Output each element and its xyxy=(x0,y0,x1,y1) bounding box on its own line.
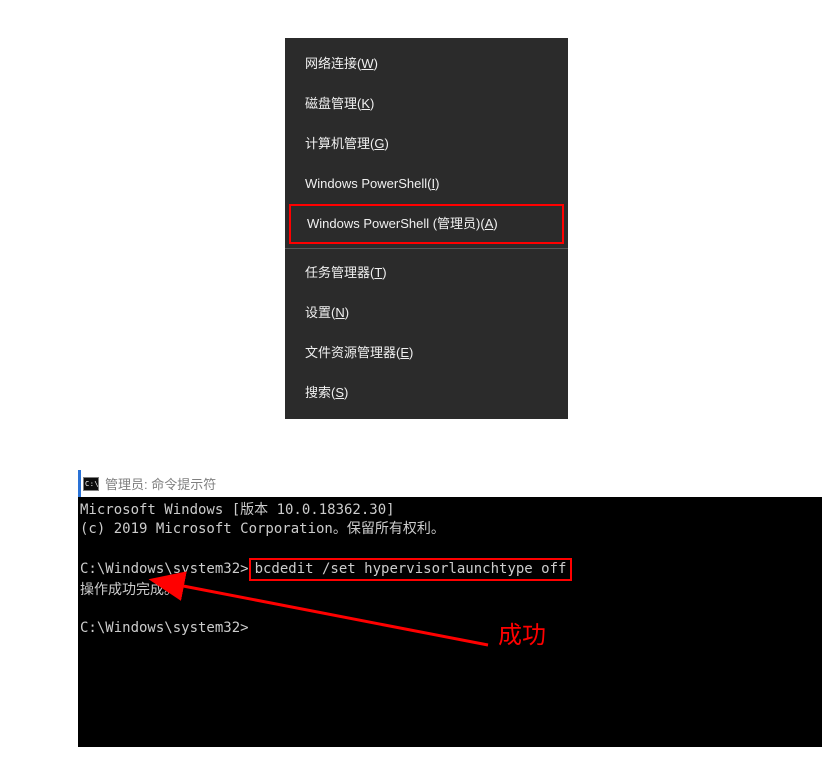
console-window: C:\. 管理员: 命令提示符 Microsoft Windows [版本 10… xyxy=(78,470,822,747)
menu-suffix: ) xyxy=(435,176,439,191)
menu-hotkey: K xyxy=(361,96,370,111)
menu-label: 磁盘管理( xyxy=(305,96,361,111)
menu-label: 设置( xyxy=(305,305,335,320)
menu-item-powershell[interactable]: Windows PowerShell(I) xyxy=(285,164,568,204)
menu-suffix: ) xyxy=(345,305,349,320)
menu-suffix: ) xyxy=(384,136,388,151)
console-titlebar[interactable]: C:\. 管理员: 命令提示符 xyxy=(78,470,822,497)
console-prompt-2: C:\Windows\system32> xyxy=(80,620,249,636)
menu-label: Windows PowerShell( xyxy=(305,176,431,191)
console-output[interactable]: Microsoft Windows [版本 10.0.18362.30] (c)… xyxy=(78,497,822,747)
menu-suffix: ) xyxy=(374,56,378,71)
menu-label: 任务管理器( xyxy=(305,265,374,280)
console-result: 操作成功完成。 xyxy=(80,582,178,598)
menu-label: 计算机管理( xyxy=(305,136,374,151)
menu-divider xyxy=(285,248,568,249)
menu-item-powershell-admin[interactable]: Windows PowerShell (管理员)(A) xyxy=(289,204,564,244)
annotation-success: 成功 xyxy=(498,627,546,646)
menu-suffix: ) xyxy=(344,385,348,400)
menu-label: 搜索( xyxy=(305,385,335,400)
menu-item-task-manager[interactable]: 任务管理器(T) xyxy=(285,253,568,293)
console-line-version: Microsoft Windows [版本 10.0.18362.30] xyxy=(80,502,395,518)
menu-label: Windows PowerShell (管理员)( xyxy=(307,216,485,231)
menu-hotkey: S xyxy=(335,385,344,400)
menu-item-computer-mgmt[interactable]: 计算机管理(G) xyxy=(285,124,568,164)
menu-suffix: ) xyxy=(382,265,386,280)
winx-context-menu: 网络连接(W) 磁盘管理(K) 计算机管理(G) Windows PowerSh… xyxy=(285,38,568,419)
menu-item-search[interactable]: 搜索(S) xyxy=(285,373,568,413)
menu-suffix: ) xyxy=(493,216,497,231)
menu-suffix: ) xyxy=(370,96,374,111)
cmd-icon: C:\. xyxy=(83,477,99,491)
console-command-highlight: bcdedit /set hypervisorlaunchtype off xyxy=(249,558,573,581)
menu-label: 网络连接( xyxy=(305,56,361,71)
menu-item-settings[interactable]: 设置(N) xyxy=(285,293,568,333)
menu-label: 文件资源管理器( xyxy=(305,345,400,360)
menu-item-explorer[interactable]: 文件资源管理器(E) xyxy=(285,333,568,373)
menu-hotkey: W xyxy=(361,56,373,71)
menu-suffix: ) xyxy=(409,345,413,360)
console-prompt: C:\Windows\system32> xyxy=(80,561,249,577)
menu-hotkey: E xyxy=(400,345,409,360)
menu-item-network[interactable]: 网络连接(W) xyxy=(285,44,568,84)
menu-hotkey: N xyxy=(335,305,344,320)
menu-hotkey: G xyxy=(374,136,384,151)
console-line-copyright: (c) 2019 Microsoft Corporation。保留所有权利。 xyxy=(80,521,445,537)
menu-item-disk-mgmt[interactable]: 磁盘管理(K) xyxy=(285,84,568,124)
console-title: 管理员: 命令提示符 xyxy=(105,474,216,493)
